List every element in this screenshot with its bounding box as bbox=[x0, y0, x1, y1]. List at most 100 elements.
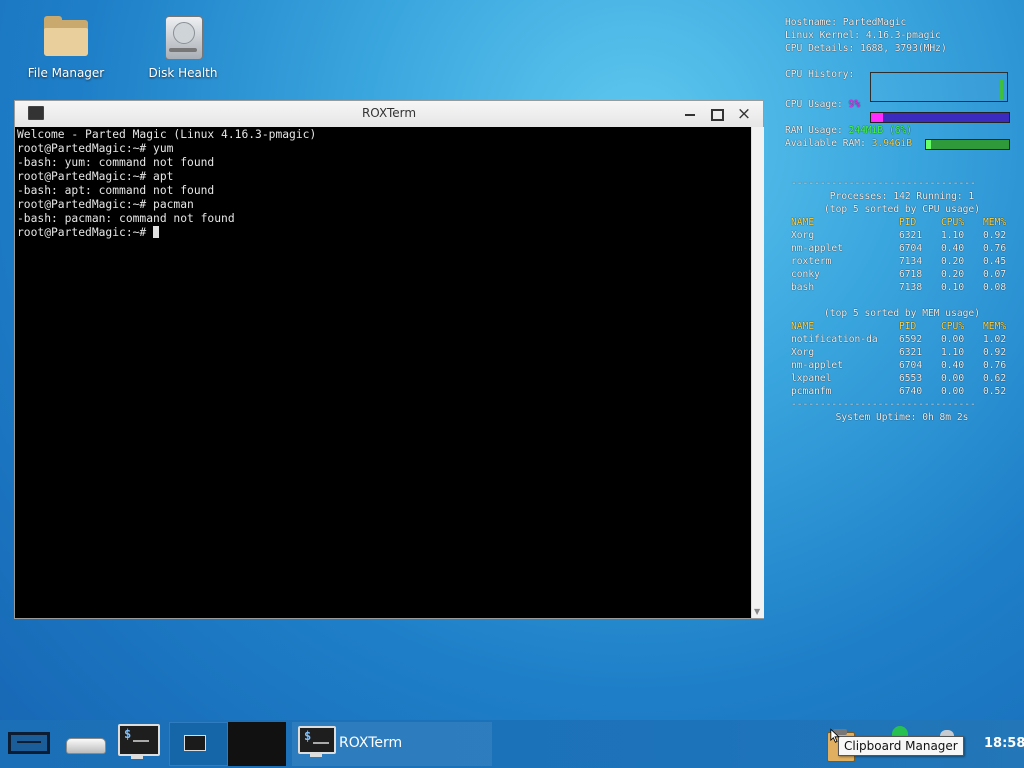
mouse-pointer-icon bbox=[830, 728, 840, 743]
terminal-launcher[interactable]: $ bbox=[114, 722, 160, 762]
process-mem: 0.62 bbox=[983, 373, 1007, 384]
maximize-icon bbox=[710, 108, 724, 121]
terminal-line: -bash: apt: command not found bbox=[17, 184, 215, 197]
process-pid: 6718 bbox=[899, 269, 923, 280]
process-panel: -------------------------------- Process… bbox=[791, 178, 1013, 425]
folder-icon bbox=[42, 14, 90, 60]
process-pid: 6321 bbox=[899, 230, 923, 241]
drive-launcher[interactable] bbox=[64, 732, 108, 758]
process-mem: 0.76 bbox=[983, 360, 1007, 371]
application-menu-button[interactable] bbox=[8, 732, 50, 754]
process-mem: 0.45 bbox=[983, 256, 1007, 267]
terminal-area[interactable]: Welcome - Parted Magic (Linux 4.16.3-pma… bbox=[15, 127, 751, 618]
table-header: NAME PID CPU% MEM% bbox=[791, 321, 1013, 334]
process-cpu: 0.20 bbox=[941, 256, 965, 267]
terminal-prompt: root@PartedMagic:~# bbox=[17, 226, 154, 239]
terminal-icon: $ bbox=[118, 724, 160, 756]
cpu-history-label: CPU History: bbox=[785, 69, 855, 80]
process-mem: 0.07 bbox=[983, 269, 1007, 280]
process-pid: 6553 bbox=[899, 373, 923, 384]
process-row: Xorg 6321 1.10 0.92 bbox=[791, 347, 1013, 360]
divider: -------------------------------- bbox=[791, 178, 976, 189]
col-pid: PID bbox=[899, 321, 917, 332]
menu-icon bbox=[17, 741, 41, 743]
workspace-1[interactable] bbox=[169, 722, 228, 766]
process-name: nm-applet bbox=[791, 243, 843, 254]
window-titlebar[interactable]: ROXTerm × bbox=[15, 101, 763, 128]
process-pid: 7134 bbox=[899, 256, 923, 267]
minimize-icon bbox=[685, 113, 695, 116]
terminal-scrollbar[interactable]: ▼ bbox=[751, 127, 764, 618]
col-mem: MEM% bbox=[983, 321, 1007, 332]
process-cpu: 0.00 bbox=[941, 373, 965, 384]
cpu-usage-fill bbox=[871, 113, 884, 122]
cpu-usage-label: CPU Usage: bbox=[785, 99, 849, 110]
divider: -------------------------------- bbox=[791, 399, 976, 410]
cpu-details-label: CPU Details: bbox=[785, 43, 861, 54]
process-name: bash bbox=[791, 282, 815, 293]
maximize-button[interactable] bbox=[706, 103, 728, 125]
ram-usage-bar bbox=[925, 139, 1010, 150]
process-pid: 7138 bbox=[899, 282, 923, 293]
workspace-2[interactable] bbox=[228, 722, 286, 766]
uptime-label: System Uptime: bbox=[835, 412, 923, 423]
hostname-label: Hostname: bbox=[785, 17, 843, 28]
process-row: nm-applet 6704 0.40 0.76 bbox=[791, 243, 1013, 256]
ram-usage-row: RAM Usage: 244MiB (6%) bbox=[785, 124, 1015, 137]
process-row: bash 7138 0.10 0.08 bbox=[791, 282, 1013, 295]
process-row: roxterm 7134 0.20 0.45 bbox=[791, 256, 1013, 269]
top-cpu-title: (top 5 sorted by CPU usage) bbox=[824, 204, 980, 215]
kernel-label: Linux Kernel: bbox=[785, 30, 866, 41]
terminal-line: -bash: pacman: command not found bbox=[17, 212, 235, 225]
hard-drive-icon bbox=[159, 14, 207, 60]
desktop-icon-file-manager[interactable]: File Manager bbox=[16, 14, 116, 80]
process-row: conky 6718 0.20 0.07 bbox=[791, 269, 1013, 282]
desktop-icon-label: File Manager bbox=[27, 66, 105, 80]
task-label: ROXTerm bbox=[339, 735, 403, 751]
col-pid: PID bbox=[899, 217, 917, 228]
tooltip: Clipboard Manager bbox=[838, 736, 964, 756]
cpu-usage-bar bbox=[870, 112, 1010, 123]
hostname-value: PartedMagic bbox=[842, 17, 907, 28]
process-name: notification-da bbox=[791, 334, 878, 345]
terminal-prompt-line: root@PartedMagic:~# bbox=[17, 226, 751, 240]
process-mem: 0.76 bbox=[983, 243, 1007, 254]
hostname-row: Hostname: PartedMagic bbox=[785, 16, 1015, 29]
terminal-line: -bash: yum: command not found bbox=[17, 156, 215, 169]
cpu-details-value: 1688, 3793(MHz) bbox=[860, 43, 947, 54]
window-title: ROXTerm bbox=[361, 106, 417, 120]
process-pid: 6740 bbox=[899, 386, 923, 397]
process-name: nm-applet bbox=[791, 360, 843, 371]
text-cursor bbox=[153, 226, 160, 238]
process-mem: 0.92 bbox=[983, 347, 1007, 358]
minimize-button[interactable] bbox=[679, 103, 701, 125]
available-ram-label: Available RAM: bbox=[785, 138, 872, 149]
scroll-down-arrow-icon[interactable]: ▼ bbox=[754, 607, 760, 616]
close-button[interactable]: × bbox=[733, 103, 755, 125]
process-pid: 6592 bbox=[899, 334, 923, 345]
kernel-value: 4.16.3-pmagic bbox=[865, 30, 941, 41]
process-cpu: 0.00 bbox=[941, 334, 965, 345]
col-cpu: CPU% bbox=[941, 321, 965, 332]
cpu-history-graph bbox=[870, 72, 1008, 102]
process-cpu: 0.40 bbox=[941, 360, 965, 371]
terminal-line: root@PartedMagic:~# yum bbox=[17, 142, 174, 155]
process-cpu: 0.00 bbox=[941, 386, 965, 397]
ram-usage-fill bbox=[926, 140, 931, 149]
uptime-value: 0h 8m 2s bbox=[922, 412, 969, 423]
process-mem: 0.92 bbox=[983, 230, 1007, 241]
process-name: conky bbox=[791, 269, 820, 280]
task-roxterm[interactable]: $ ROXTerm bbox=[292, 722, 492, 766]
col-name: NAME bbox=[791, 217, 815, 228]
ram-usage-label: RAM Usage: bbox=[785, 125, 849, 136]
col-cpu: CPU% bbox=[941, 217, 965, 228]
process-cpu: 1.10 bbox=[941, 347, 965, 358]
process-row: Xorg 6321 1.10 0.92 bbox=[791, 230, 1013, 243]
processes-line: Processes: 142 Running: 1 bbox=[829, 191, 975, 202]
clock[interactable]: 18:58 bbox=[984, 736, 1024, 751]
desktop-icon-disk-health[interactable]: Disk Health bbox=[133, 14, 233, 80]
process-cpu: 1.10 bbox=[941, 230, 965, 241]
terminal-icon: $ bbox=[298, 726, 336, 754]
col-name: NAME bbox=[791, 321, 815, 332]
process-mem: 0.08 bbox=[983, 282, 1007, 293]
